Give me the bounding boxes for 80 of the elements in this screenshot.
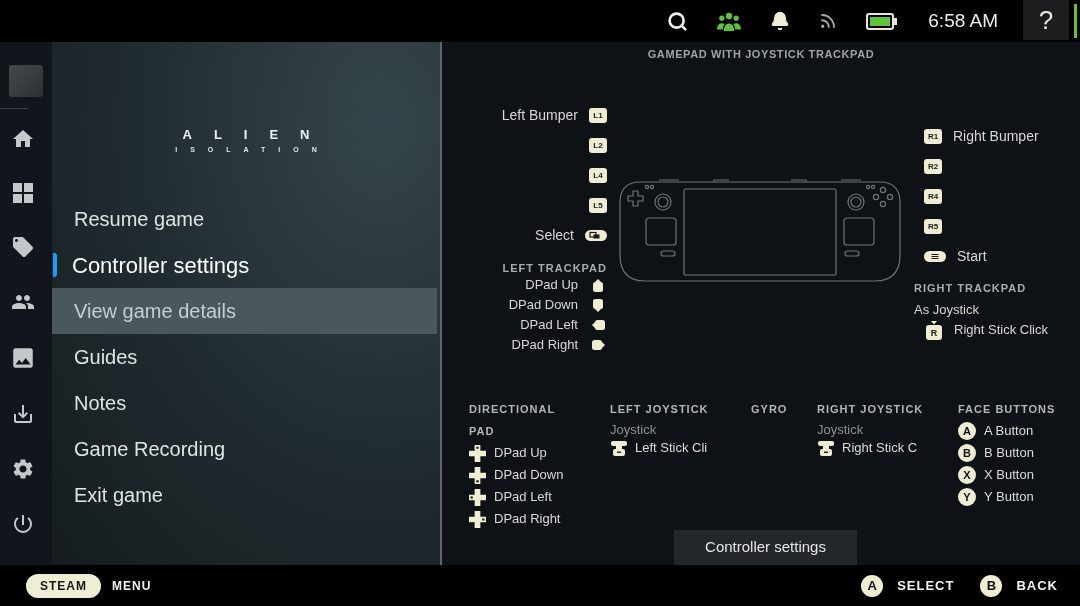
- face-button-glyph: A: [861, 574, 884, 597]
- tag-icon[interactable]: [11, 235, 35, 259]
- game-logo-title: ALIEN: [181, 128, 332, 142]
- binding-label: Right Bumper: [953, 126, 1039, 146]
- binding-label: Start: [957, 246, 987, 266]
- menu-item[interactable]: Guides: [52, 334, 437, 380]
- face-button-glyph: B: [980, 574, 1003, 597]
- binding-label: DPad Up: [494, 444, 547, 463]
- menu-item[interactable]: Exit game: [52, 472, 437, 518]
- key-glyph: R4: [924, 188, 942, 204]
- section-heading: RIGHT JOYSTICK: [817, 402, 925, 417]
- menu-item[interactable]: Controller settings: [52, 242, 437, 288]
- binding-label: DPad Down: [494, 466, 564, 485]
- section-heading: LEFT TRACKPAD: [502, 261, 607, 275]
- layout-title: GAMEPAD WITH JOYSTICK TRACKPAD: [646, 47, 876, 62]
- face-button-glyph: B: [958, 444, 976, 462]
- dpad-cross-icon: [469, 444, 486, 462]
- binding-label: DPad Left: [494, 488, 552, 507]
- settings-icon[interactable]: [11, 457, 35, 481]
- view-button-icon: [585, 229, 607, 241]
- steam-button-glyph: STEAM: [26, 573, 101, 598]
- joystick-icon: [817, 440, 835, 456]
- binding-label: Left Bumper: [501, 105, 578, 125]
- key-glyph: L4: [589, 167, 607, 183]
- section-heading: FACE BUTTONS: [958, 402, 1057, 417]
- selection-indicator: [53, 253, 57, 277]
- signal-icon[interactable]: [819, 12, 838, 30]
- section-heading: DIRECTIONAL PAD: [469, 402, 556, 439]
- friends-icon[interactable]: [717, 11, 742, 31]
- power-icon[interactable]: [11, 512, 35, 536]
- binding-label: DPad Down: [508, 296, 578, 315]
- joystick-icon: [610, 440, 628, 456]
- image-icon[interactable]: [10, 345, 36, 371]
- trackpad-click-glyph: R: [926, 320, 942, 340]
- mode-label: Joystick: [610, 421, 658, 440]
- menu-hint-label: MENU: [112, 577, 152, 595]
- menu-item[interactable]: Resume game: [52, 196, 437, 242]
- section-heading: LEFT JOYSTICK: [610, 402, 710, 417]
- grid-icon[interactable]: [12, 182, 34, 204]
- key-glyph: L1: [589, 107, 607, 123]
- binding-label: Select: [535, 225, 574, 245]
- download-icon[interactable]: [11, 402, 35, 426]
- controller-settings-button[interactable]: Controller settings: [674, 530, 857, 565]
- menu-item[interactable]: Notes: [52, 380, 437, 426]
- binding-label: DPad Right: [494, 510, 561, 529]
- key-glyph: R1: [924, 128, 942, 144]
- mode-label: Joystick: [817, 421, 865, 440]
- hint-label: SELECT: [897, 576, 955, 595]
- dpad-cross-icon: [469, 488, 486, 506]
- clock: 6:58 AM: [928, 8, 998, 33]
- face-button-glyph: X: [958, 466, 976, 484]
- menu-item[interactable]: Game Recording: [52, 426, 437, 472]
- binding-label: Right Stick Click: [954, 321, 1048, 340]
- dpad-cross-icon: [469, 466, 486, 484]
- help-button[interactable]: ?: [1023, 0, 1069, 40]
- search-icon[interactable]: [667, 10, 689, 32]
- binding-label: A Button: [984, 422, 1034, 441]
- key-glyph: L2: [589, 137, 607, 153]
- mode-label: As Joystick: [914, 301, 980, 320]
- menu-item[interactable]: View game details: [52, 288, 437, 334]
- binding-label: Right Stick C: [842, 439, 918, 458]
- binding-label: B Button: [984, 444, 1034, 463]
- menu-button-icon: [924, 250, 946, 262]
- hint-label: BACK: [1016, 576, 1058, 595]
- binding-label: DPad Up: [525, 276, 578, 295]
- battery-icon[interactable]: [866, 12, 898, 30]
- section-heading: GYRO: [751, 402, 789, 417]
- binding-label: Left Stick Cli: [635, 439, 708, 458]
- binding-label: X Button: [984, 466, 1034, 485]
- binding-label: DPad Right: [511, 336, 578, 355]
- binding-label: DPad Left: [520, 316, 578, 335]
- face-button-glyph: Y: [958, 488, 976, 506]
- face-button-glyph: A: [958, 422, 976, 440]
- dpad-cross-icon: [469, 510, 486, 528]
- key-glyph: R5: [924, 218, 942, 234]
- bell-icon[interactable]: [770, 11, 791, 31]
- section-heading: RIGHT TRACKPAD: [914, 281, 1028, 295]
- binding-label: Y Button: [984, 488, 1034, 507]
- key-glyph: L5: [589, 197, 607, 213]
- key-glyph: R2: [924, 158, 942, 174]
